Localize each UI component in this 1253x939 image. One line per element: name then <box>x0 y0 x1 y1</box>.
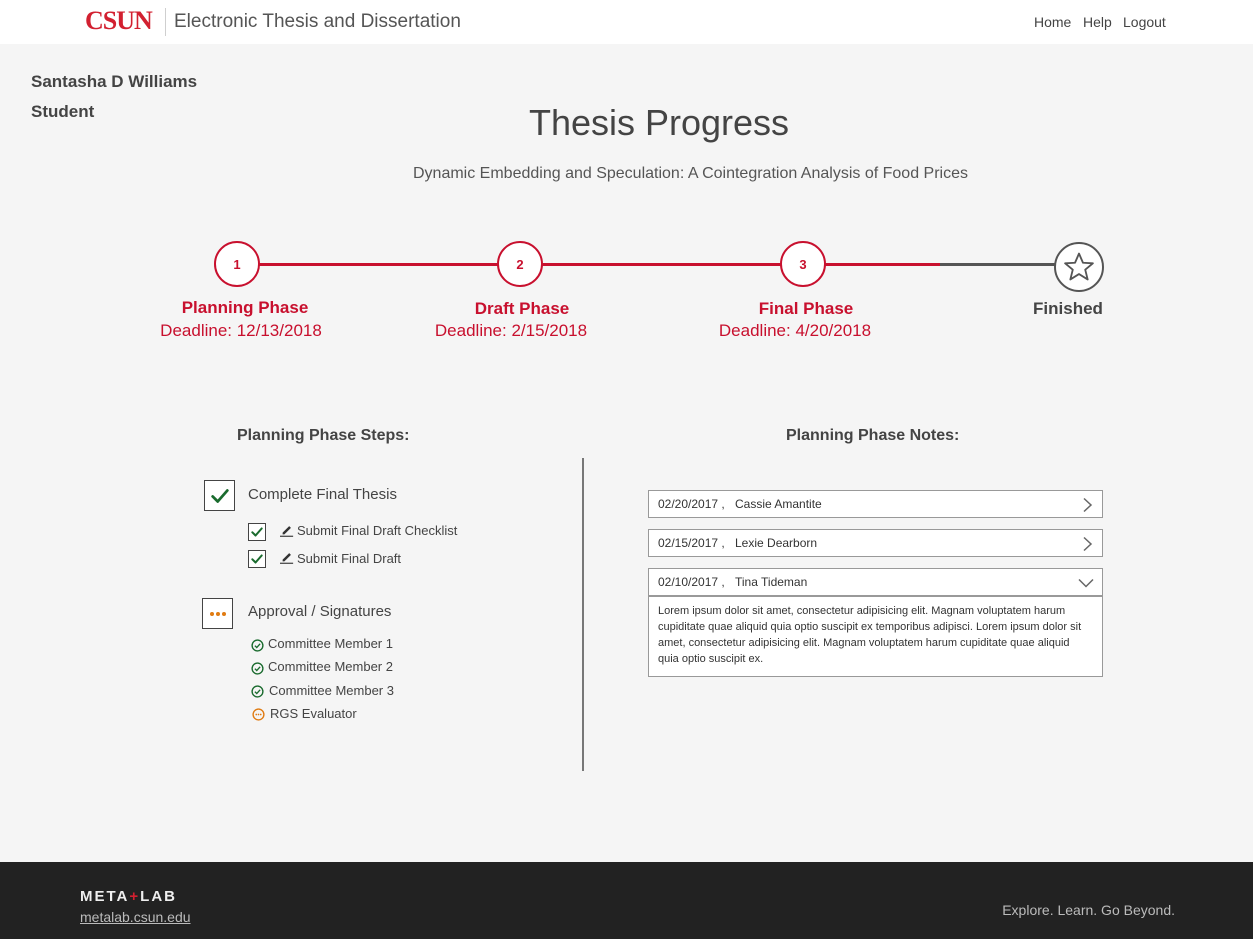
note-item[interactable]: 02/20/2017 , Cassie Amantite <box>648 490 1103 518</box>
page-title: Thesis Progress <box>528 102 790 143</box>
phase-1-deadline: Deadline: 12/13/2018 <box>160 321 322 340</box>
ellipsis-icon <box>209 611 226 616</box>
signer-label: Committee Member 3 <box>269 683 394 698</box>
metalab-logo: META+LAB <box>80 888 177 905</box>
substep-label[interactable]: Submit Final Draft <box>297 551 401 566</box>
metalab-logo-plus: + <box>129 888 141 905</box>
steps-heading: Planning Phase Steps: <box>237 427 410 444</box>
check-circle-icon <box>251 685 264 698</box>
checkmark-icon <box>251 527 263 537</box>
phase-3-label: Final Phase <box>758 299 854 318</box>
thesis-title: Dynamic Embedding and Speculation: A Coi… <box>413 165 968 182</box>
signer-label: RGS Evaluator <box>270 706 357 721</box>
note-author: Cassie Amantite <box>735 497 822 511</box>
metalab-logo-meta: META <box>80 888 130 905</box>
checkmark-icon <box>251 554 263 564</box>
phase-3-deadline: Deadline: 4/20/2018 <box>718 321 872 340</box>
phase-2-deadline: Deadline: 2/15/2018 <box>434 321 588 340</box>
note-date: 02/15/2017 , <box>658 536 725 550</box>
checkmark-icon <box>210 488 229 503</box>
pencil-icon[interactable] <box>280 550 294 564</box>
footer-tagline: Explore. Learn. Go Beyond. <box>1002 902 1175 918</box>
chevron-down-icon <box>1078 578 1094 588</box>
complete-thesis-checkbox[interactable] <box>204 480 235 511</box>
phase-2-label: Draft Phase <box>474 299 570 318</box>
progress-line-complete <box>237 263 940 266</box>
step-group-label: Complete Final Thesis <box>248 486 397 503</box>
csun-logo[interactable]: CSUN <box>85 6 153 36</box>
app-title: Electronic Thesis and Dissertation <box>174 11 461 32</box>
top-header: CSUN Electronic Thesis and Dissertation … <box>0 0 1253 44</box>
footer: META+LAB metalab.csun.edu Explore. Learn… <box>0 862 1253 939</box>
phase-3-circle[interactable]: 3 <box>780 241 826 287</box>
chevron-right-icon <box>1083 497 1093 513</box>
note-author: Tina Tideman <box>735 575 808 589</box>
note-author: Lexie Dearborn <box>735 536 818 550</box>
check-circle-icon <box>251 662 264 675</box>
check-circle-icon <box>251 639 264 652</box>
nav-help-link[interactable]: Help <box>1083 14 1112 30</box>
pencil-icon[interactable] <box>280 523 294 537</box>
user-name: Santasha D Williams <box>31 72 198 91</box>
finished-circle <box>1054 242 1104 292</box>
substep-label[interactable]: Submit Final Draft Checklist <box>297 523 457 538</box>
note-item-expanded[interactable]: 02/10/2017 , Tina Tideman <box>648 568 1103 596</box>
note-body: Lorem ipsum dolor sit amet, consectetur … <box>648 596 1103 677</box>
approval-status-box[interactable] <box>202 598 233 629</box>
phase-2-circle[interactable]: 2 <box>497 241 543 287</box>
notes-heading: Planning Phase Notes: <box>786 427 960 444</box>
nav-home-link[interactable]: Home <box>1034 14 1071 30</box>
note-date: 02/20/2017 , <box>658 497 725 511</box>
substep-checkbox[interactable] <box>248 523 266 541</box>
nav-logout-link[interactable]: Logout <box>1123 14 1166 30</box>
signer-label: Committee Member 2 <box>268 659 393 674</box>
step-group-label: Approval / Signatures <box>248 603 392 620</box>
note-date: 02/10/2017 , <box>658 575 725 589</box>
logo-divider <box>165 8 166 36</box>
signer-label: Committee Member 1 <box>268 636 393 651</box>
metalab-logo-lab: LAB <box>140 888 177 905</box>
substep-checkbox[interactable] <box>248 550 266 568</box>
phase-1-label: Planning Phase <box>181 298 309 317</box>
chevron-right-icon <box>1083 536 1093 552</box>
column-divider <box>582 458 584 771</box>
metalab-link[interactable]: metalab.csun.edu <box>80 909 191 925</box>
phase-1-circle[interactable]: 1 <box>214 241 260 287</box>
pending-circle-icon <box>252 708 265 721</box>
star-icon <box>1064 252 1094 281</box>
note-item[interactable]: 02/15/2017 , Lexie Dearborn <box>648 529 1103 557</box>
finished-label: Finished <box>1033 299 1103 318</box>
